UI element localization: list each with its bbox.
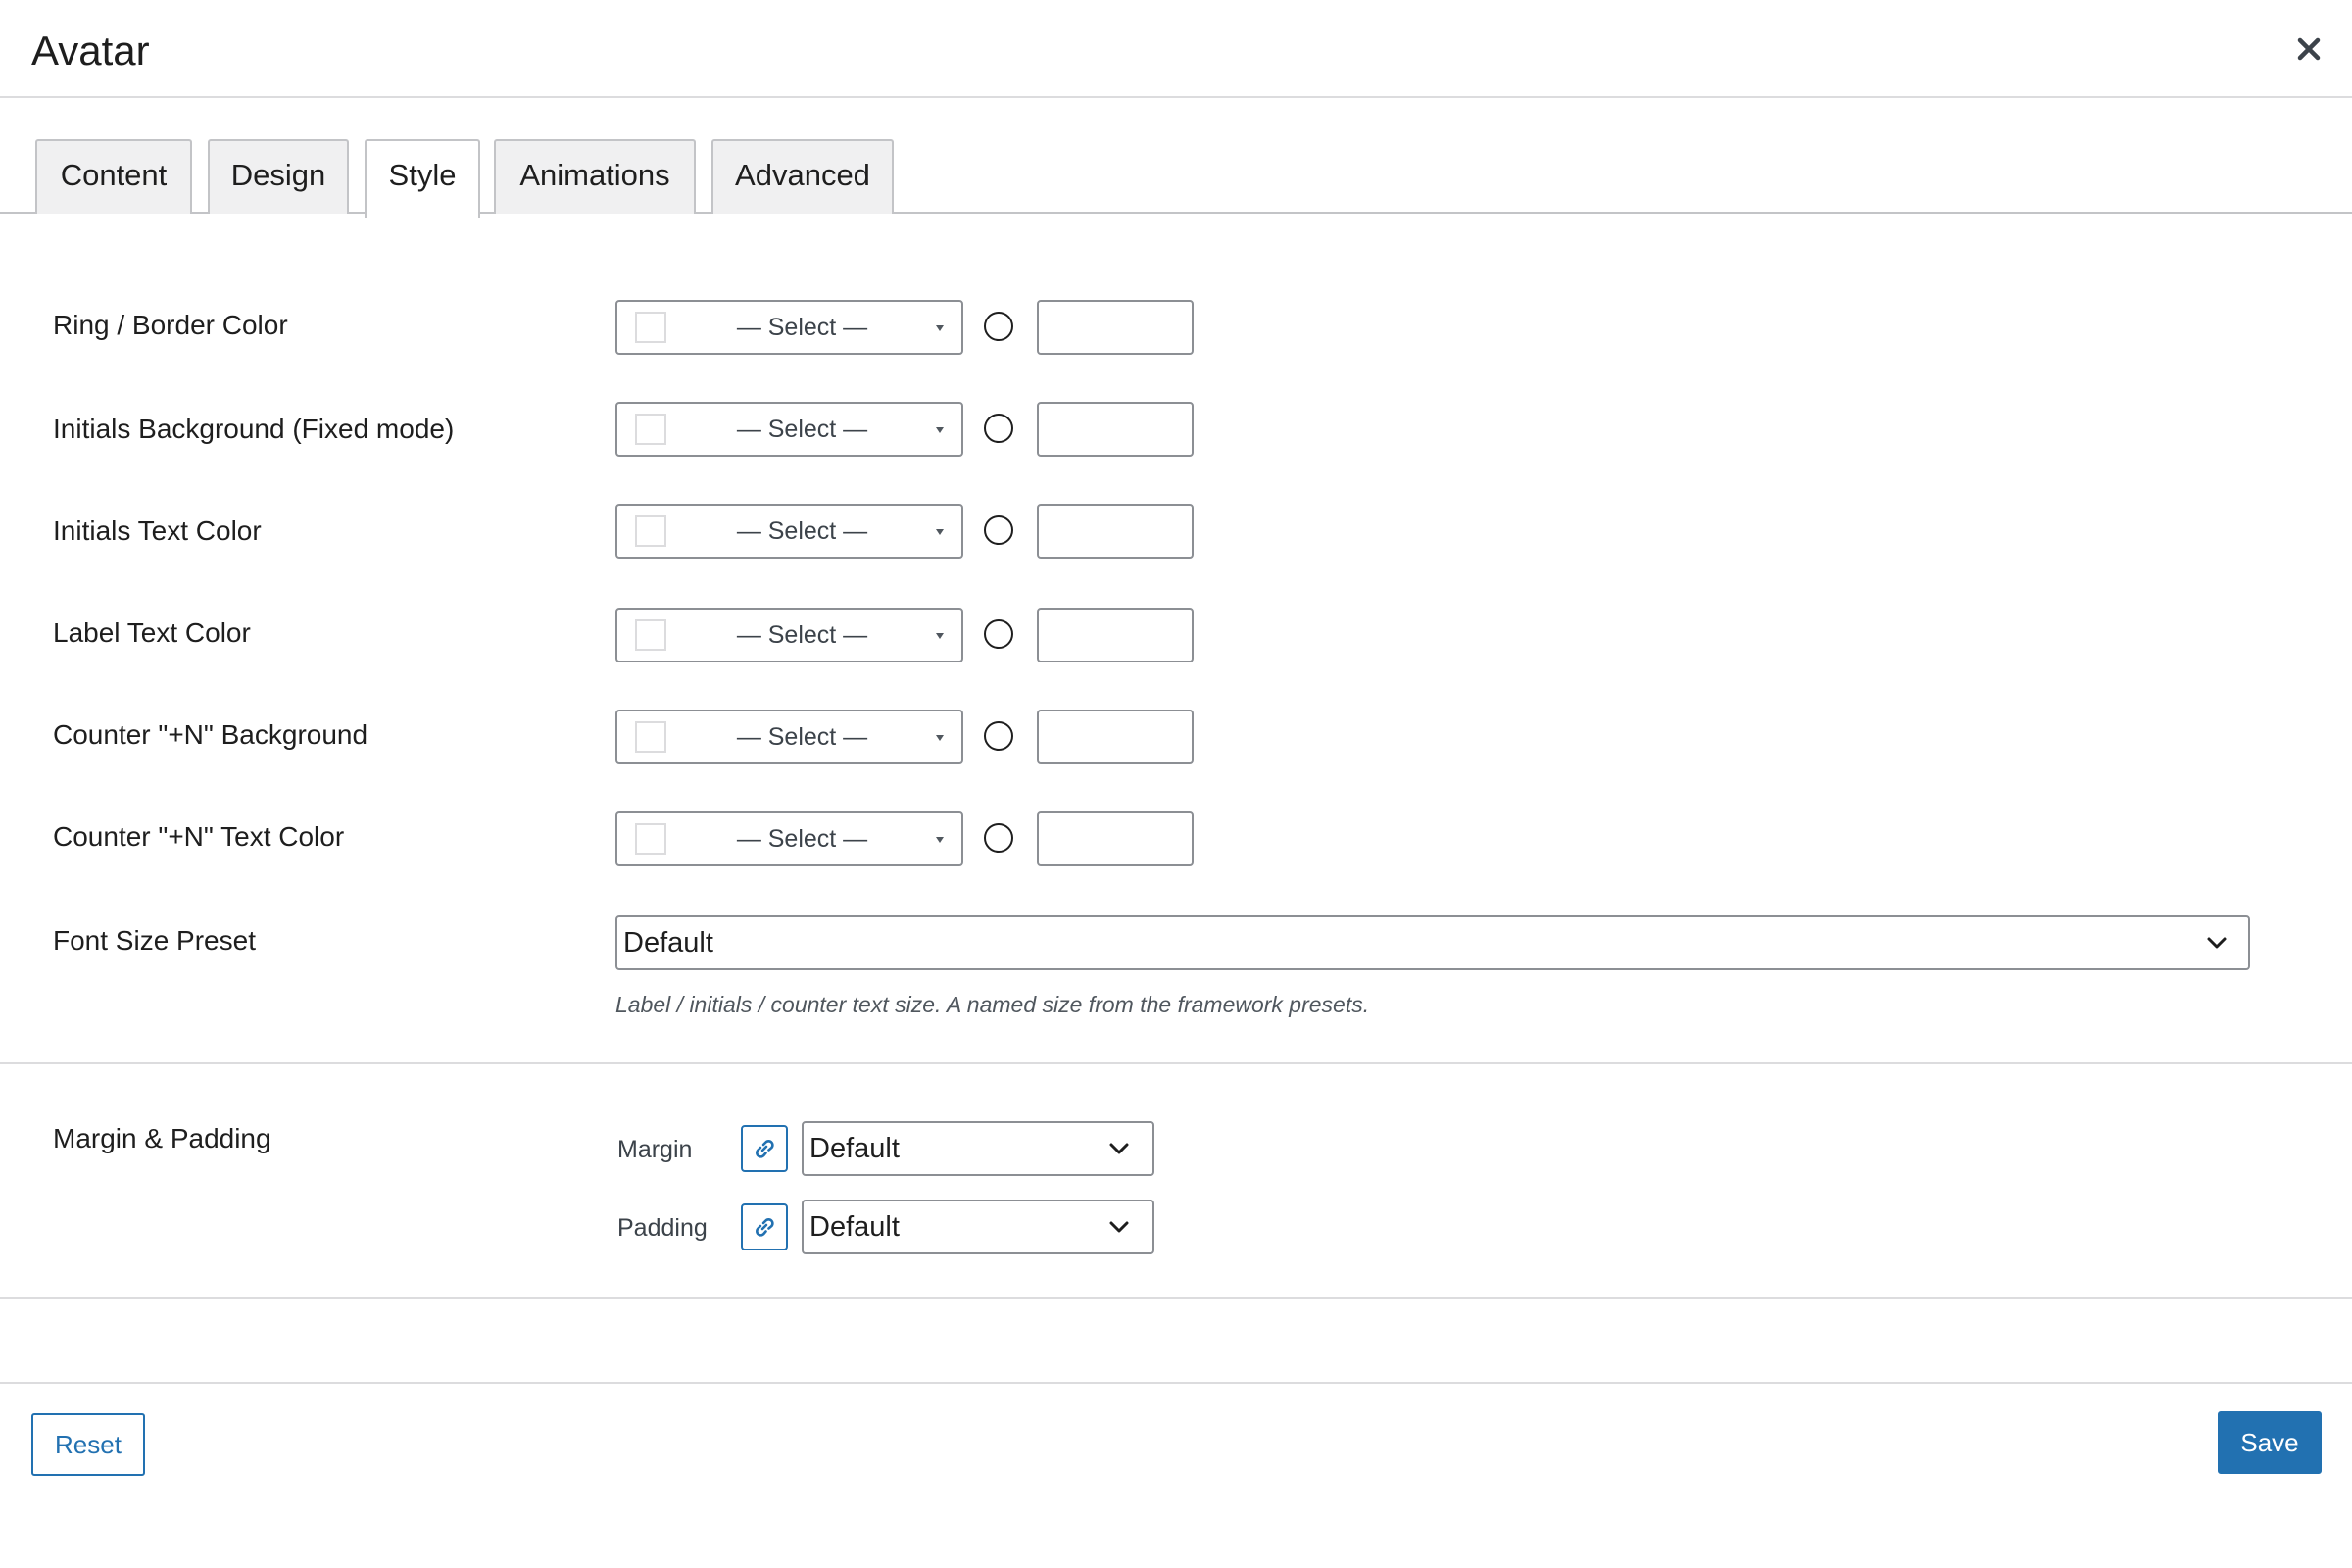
save-button[interactable]: Save: [2218, 1411, 2322, 1474]
color-select-text: — Select —: [736, 314, 868, 341]
chevron-down-icon: [2207, 937, 2227, 949]
field-label: Ring / Border Color: [53, 310, 288, 340]
color-preset-select[interactable]: — Select —: [615, 402, 963, 457]
padding-select[interactable]: Default: [802, 1200, 1154, 1254]
color-value-input[interactable]: [1037, 608, 1194, 662]
color-swatch: [635, 721, 666, 753]
spacing-label: Margin & Padding: [53, 1123, 271, 1153]
margin-label: Margin: [617, 1136, 693, 1163]
color-select-text: — Select —: [736, 517, 868, 545]
field-label: Label Text Color: [53, 617, 251, 648]
color-value-input[interactable]: [1037, 811, 1194, 866]
chevron-down-icon: [1109, 1221, 1129, 1233]
caret-down-icon: [936, 735, 944, 741]
color-preset-select[interactable]: — Select —: [615, 300, 963, 355]
color-preset-select[interactable]: — Select —: [615, 608, 963, 662]
color-select-text: — Select —: [736, 416, 868, 443]
field-label: Initials Background (Fixed mode): [53, 414, 455, 444]
color-select-text: — Select —: [736, 723, 868, 751]
color-swatch: [635, 312, 666, 343]
section-divider: [0, 1062, 2352, 1064]
custom-color-radio[interactable]: [984, 414, 1013, 443]
custom-color-radio[interactable]: [984, 312, 1013, 341]
custom-color-radio[interactable]: [984, 823, 1013, 853]
modal-header: Avatar: [0, 0, 2352, 98]
link-icon: [756, 1218, 774, 1237]
padding-label: Padding: [617, 1214, 708, 1242]
close-icon: [2297, 37, 2321, 61]
link-icon: [756, 1140, 774, 1158]
margin-link-button[interactable]: [741, 1125, 788, 1172]
color-value-input[interactable]: [1037, 300, 1194, 355]
footer-divider: [0, 1382, 2352, 1384]
color-preset-select[interactable]: — Select —: [615, 504, 963, 559]
padding-value: Default: [809, 1211, 900, 1243]
font-size-value: Default: [623, 927, 713, 958]
chevron-down-icon: [1109, 1143, 1129, 1154]
field-label: Counter "+N" Background: [53, 719, 368, 750]
tab-animations[interactable]: Animations: [494, 139, 696, 214]
color-value-input[interactable]: [1037, 504, 1194, 559]
color-swatch: [635, 619, 666, 651]
tab-content[interactable]: Content: [35, 139, 192, 214]
font-size-label: Font Size Preset: [53, 925, 256, 956]
font-size-help: Label / initials / counter text size. A …: [615, 992, 1370, 1017]
padding-link-button[interactable]: [741, 1203, 788, 1250]
tab-style[interactable]: Style: [365, 139, 480, 218]
tab-advanced[interactable]: Advanced: [711, 139, 894, 214]
caret-down-icon: [936, 837, 944, 843]
color-swatch: [635, 414, 666, 445]
section-divider: [0, 1297, 2352, 1298]
margin-select[interactable]: Default: [802, 1121, 1154, 1176]
custom-color-radio[interactable]: [984, 721, 1013, 751]
color-preset-select[interactable]: — Select —: [615, 811, 963, 866]
color-preset-select[interactable]: — Select —: [615, 710, 963, 764]
color-value-input[interactable]: [1037, 402, 1194, 457]
margin-value: Default: [809, 1133, 900, 1164]
color-select-text: — Select —: [736, 825, 868, 853]
close-button[interactable]: [2287, 27, 2330, 71]
tab-design[interactable]: Design: [208, 139, 349, 214]
color-swatch: [635, 515, 666, 547]
font-size-select[interactable]: Default: [615, 915, 2250, 970]
caret-down-icon: [936, 325, 944, 331]
caret-down-icon: [936, 427, 944, 433]
custom-color-radio[interactable]: [984, 619, 1013, 649]
caret-down-icon: [936, 529, 944, 535]
color-value-input[interactable]: [1037, 710, 1194, 764]
reset-button[interactable]: Reset: [31, 1413, 145, 1476]
color-swatch: [635, 823, 666, 855]
color-select-text: — Select —: [736, 621, 868, 649]
field-label: Counter "+N" Text Color: [53, 821, 345, 852]
field-label: Initials Text Color: [53, 515, 262, 546]
modal-dialog: Avatar Content Design Style Animations A…: [0, 0, 2352, 1568]
tab-bar: Content Design Style Animations Advanced: [0, 98, 2352, 218]
modal-title: Avatar: [31, 27, 150, 74]
custom-color-radio[interactable]: [984, 515, 1013, 545]
caret-down-icon: [936, 633, 944, 639]
